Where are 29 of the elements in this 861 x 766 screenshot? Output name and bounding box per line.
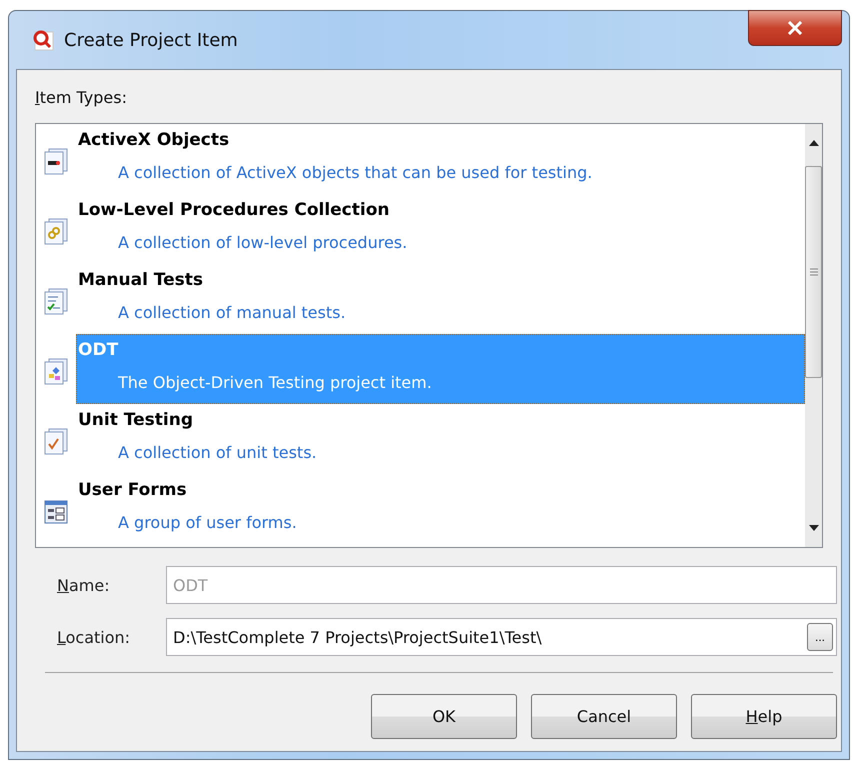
- form-icon: [44, 498, 68, 524]
- list-item[interactable]: Manual Tests A collection of manual tests.: [76, 264, 805, 334]
- list-item[interactable]: User Forms A group of user forms.: [76, 474, 805, 544]
- dialog-button[interactable]: Help: [691, 694, 837, 739]
- list-item[interactable]: Low-Level Procedures Collection A collection of low-level procedures.: [76, 194, 805, 264]
- scrollbar[interactable]: [805, 124, 822, 547]
- input-field[interactable]: D:\TestComplete 7 Projects\ProjectSuite1\Test\ ...: [166, 618, 837, 656]
- field-label: Location:: [56, 628, 132, 646]
- close-button[interactable]: [748, 10, 842, 46]
- grip-icon: [810, 268, 818, 276]
- list-item[interactable]: ActiveX Objects A collection of ActiveX objects that can be used for testing.: [76, 124, 805, 194]
- magnifier-icon: [32, 29, 54, 51]
- chain-icon: [44, 218, 68, 244]
- close-icon: [787, 21, 803, 35]
- shapes-icon: [44, 358, 68, 384]
- dialog-button[interactable]: OK: [371, 694, 517, 739]
- scrollbar-thumb[interactable]: [805, 166, 822, 378]
- component-icon: [44, 148, 68, 174]
- section-label: Item Types:: [35, 88, 128, 107]
- list-item[interactable]: Unit Testing A collection of unit tests.: [76, 404, 805, 474]
- checklist-icon: [44, 288, 68, 314]
- window-title: Create Project Item: [64, 30, 238, 50]
- browse-button[interactable]: ...: [807, 623, 833, 651]
- input-field: ODT: [166, 566, 837, 604]
- up-arrow-icon: [808, 140, 818, 146]
- down-arrow-icon: [808, 525, 818, 531]
- dialog-button[interactable]: Cancel: [531, 694, 677, 739]
- checkmark-icon: [44, 428, 68, 454]
- field-label: Name:: [56, 576, 111, 594]
